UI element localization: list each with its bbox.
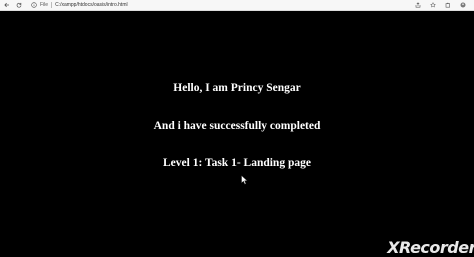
info-icon[interactable]	[31, 2, 37, 8]
greeting-text: Hello, I am Princy Sengar	[173, 82, 301, 94]
address-divider	[51, 2, 53, 8]
extensions-icon[interactable]	[445, 2, 451, 8]
favorite-icon[interactable]	[430, 2, 436, 8]
profile-icon[interactable]	[460, 2, 466, 8]
nav-buttons	[4, 2, 28, 8]
browser-toolbar: File C:/xampp/htdocs/oasis/intro.html	[0, 0, 474, 11]
recorder-watermark: XRecorder	[387, 238, 474, 257]
back-icon[interactable]	[4, 2, 10, 8]
file-label: File	[40, 2, 49, 8]
address-bar[interactable]: File C:/xampp/htdocs/oasis/intro.html	[31, 0, 128, 11]
toolbar-actions	[406, 2, 466, 8]
mouse-pointer-icon	[241, 175, 248, 185]
url-text[interactable]: C:/xampp/htdocs/oasis/intro.html	[55, 2, 128, 8]
reload-icon[interactable]	[16, 2, 22, 8]
task-title-text: Level 1: Task 1- Landing page	[163, 157, 311, 169]
page-content: Hello, I am Princy Sengar And i have suc…	[0, 11, 474, 252]
share-icon[interactable]	[415, 2, 421, 8]
completion-text: And i have successfully completed	[153, 120, 321, 132]
